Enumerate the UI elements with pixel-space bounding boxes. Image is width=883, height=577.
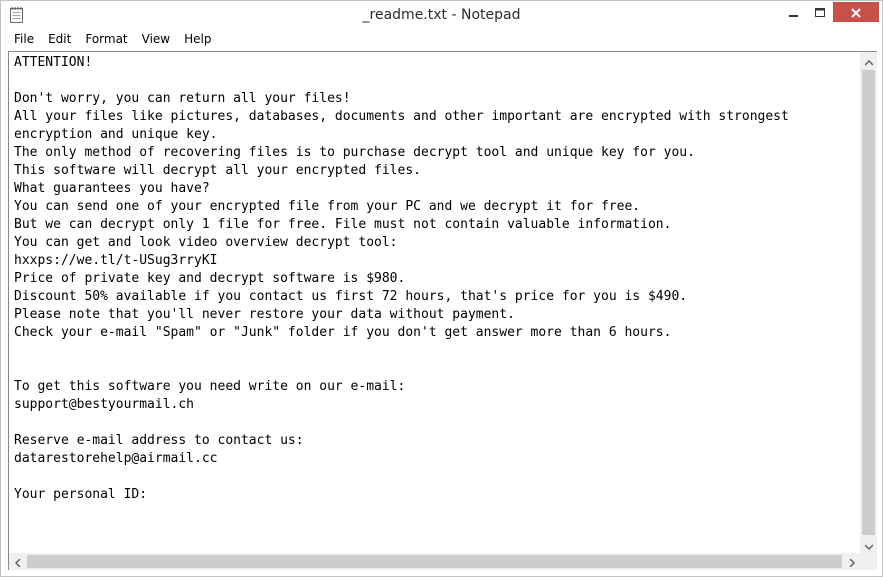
- menu-edit[interactable]: Edit: [41, 29, 78, 50]
- scroll-left-arrow-icon: [14, 552, 21, 571]
- close-icon: [851, 3, 861, 22]
- window-title: _readme.txt - Notepad: [362, 7, 521, 23]
- menu-help[interactable]: Help: [177, 29, 218, 50]
- text-line: Discount 50% available if you contact us…: [14, 289, 688, 304]
- text-line: datarestorehelp@airmail.cc: [14, 451, 218, 466]
- menu-format[interactable]: Format: [78, 29, 134, 50]
- text-line: To get this software you need write on o…: [14, 379, 406, 394]
- maximize-icon: [815, 3, 825, 22]
- scroll-down-button[interactable]: [860, 536, 877, 553]
- text-line: Your personal ID:: [14, 487, 148, 502]
- text-line: support@bestyourmail.ch: [14, 397, 195, 412]
- horizontal-scroll-thumb[interactable]: [27, 555, 842, 568]
- text-line: [14, 414, 860, 432]
- text-line: Check your e-mail "Spam" or "Junk" folde…: [14, 325, 672, 340]
- scroll-left-button[interactable]: [9, 553, 26, 570]
- text-editor: ATTENTION! Don't worry, you can return al…: [8, 51, 877, 570]
- menu-view[interactable]: View: [135, 29, 177, 50]
- vertical-scrollbar[interactable]: [860, 52, 877, 553]
- notepad-window: _readme.txt - Notepad File Edit Format V…: [0, 0, 883, 577]
- close-button[interactable]: [833, 2, 879, 22]
- text-line: Reserve e-mail address to contact us:: [14, 433, 304, 448]
- horizontal-scrollbar[interactable]: [9, 553, 860, 570]
- text-line: encryption and unique key.: [14, 127, 218, 142]
- text-line: You can get and look video overview decr…: [14, 235, 398, 250]
- scroll-up-arrow-icon: [863, 51, 874, 70]
- text-line: [14, 360, 860, 378]
- text-line: All your files like pictures, databases,…: [14, 109, 789, 124]
- text-line: Please note that you'll never restore yo…: [14, 307, 515, 322]
- text-line: You can send one of your encrypted file …: [14, 199, 641, 214]
- text-line: Don't worry, you can return all your fil…: [14, 91, 351, 106]
- title-bar[interactable]: _readme.txt - Notepad: [1, 1, 882, 29]
- scroll-down-arrow-icon: [863, 535, 874, 554]
- menu-bar: File Edit Format View Help: [1, 29, 882, 50]
- menu-file[interactable]: File: [7, 29, 41, 50]
- text-line: The only method of recovering files is t…: [14, 145, 695, 160]
- text-line: ATTENTION!: [14, 55, 93, 70]
- text-line: This software will decrypt all your encr…: [14, 163, 421, 178]
- text-line: [14, 468, 860, 486]
- text-line: [14, 342, 860, 360]
- minimize-icon: [789, 3, 799, 22]
- scroll-up-button[interactable]: [860, 52, 877, 69]
- text-line: What guarantees you have?: [14, 181, 210, 196]
- scroll-right-arrow-icon: [848, 552, 855, 571]
- text-line: But we can decrypt only 1 file for free.…: [14, 217, 672, 232]
- text-line: hxxps://we.tl/t-USug3rryKI: [14, 253, 218, 268]
- text-line: Price of private key and decrypt softwar…: [14, 271, 406, 286]
- editor-text-area[interactable]: ATTENTION! Don't worry, you can return al…: [9, 52, 860, 553]
- scrollbar-corner: [860, 553, 877, 570]
- maximize-button[interactable]: [807, 2, 833, 22]
- minimize-button[interactable]: [781, 2, 807, 22]
- scroll-right-button[interactable]: [843, 553, 860, 570]
- text-line: [14, 72, 860, 90]
- vertical-scroll-thumb[interactable]: [862, 70, 875, 535]
